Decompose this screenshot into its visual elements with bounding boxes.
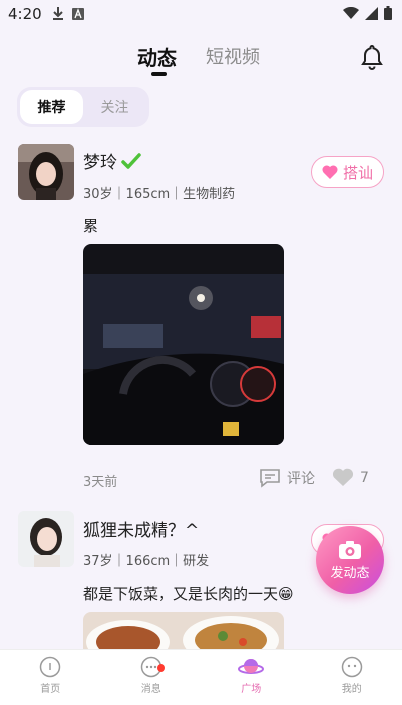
download-icon (52, 5, 64, 24)
nav-home[interactable]: 首页 (0, 650, 101, 705)
home-icon (39, 656, 61, 678)
feed-filter-segment: 推荐 关注 (17, 87, 149, 127)
tab-moments[interactable]: 动态 (137, 42, 177, 71)
like-button[interactable]: 7 (332, 468, 369, 487)
battery-icon (384, 5, 392, 24)
post-image[interactable] (83, 612, 284, 649)
nav-me[interactable]: 我的 (302, 650, 402, 705)
greet-label: 搭讪 (342, 163, 373, 182)
segment-recommended[interactable]: 推荐 (20, 90, 83, 124)
check-mark-icon (121, 152, 141, 170)
greet-button[interactable]: 搭讪 (311, 156, 384, 188)
profile-icon (341, 656, 363, 678)
top-nav: 动态 短视频 (0, 38, 402, 80)
nav-home-label: 首页 (40, 684, 61, 695)
segment-following[interactable]: 关注 (83, 90, 146, 124)
avatar[interactable] (18, 144, 74, 200)
comment-icon (259, 468, 281, 488)
nav-me-label: 我的 (341, 684, 362, 695)
post-moment-button[interactable]: 发动态 (316, 526, 384, 594)
comment-label: 评论 (287, 471, 315, 487)
like-count: 7 (360, 469, 369, 486)
nav-square-label: 广场 (241, 684, 262, 695)
post-image[interactable] (83, 244, 284, 445)
camera-icon (338, 540, 362, 560)
heart-icon (332, 468, 354, 487)
heart-icon (322, 165, 338, 179)
nav-messages-label: 消息 (140, 684, 161, 695)
bell-icon[interactable] (360, 44, 384, 74)
active-tab-indicator (151, 72, 167, 76)
user-meta: 37岁｜166cm｜研发 (83, 554, 210, 569)
signal-icon (365, 5, 378, 24)
bottom-nav: 首页 消息 广场 我的 (0, 649, 402, 705)
avatar[interactable] (18, 511, 74, 567)
nav-square[interactable]: 广场 (201, 650, 302, 705)
post-text: 都是下饭菜，又是长肉的一天😁 (83, 585, 294, 603)
username[interactable]: 狐狸未成精？^ (83, 516, 199, 541)
status-bar: 4:20 (0, 0, 402, 28)
tab-short-video[interactable]: 短视频 (206, 43, 260, 69)
username[interactable]: 梦玲 (83, 148, 117, 173)
wifi-icon (343, 5, 359, 24)
user-meta: 30岁｜165cm｜生物制药 (83, 187, 236, 202)
status-time: 4:20 (8, 5, 42, 23)
planet-icon (238, 656, 265, 678)
unread-badge (156, 664, 165, 672)
nav-messages[interactable]: 消息 (101, 650, 202, 705)
comment-button[interactable]: 评论 (259, 468, 315, 488)
a-badge-icon (71, 5, 84, 24)
post-text: 累 (83, 217, 99, 235)
post-time: 3天前 (83, 475, 118, 490)
post-moment-label: 发动态 (330, 565, 370, 581)
